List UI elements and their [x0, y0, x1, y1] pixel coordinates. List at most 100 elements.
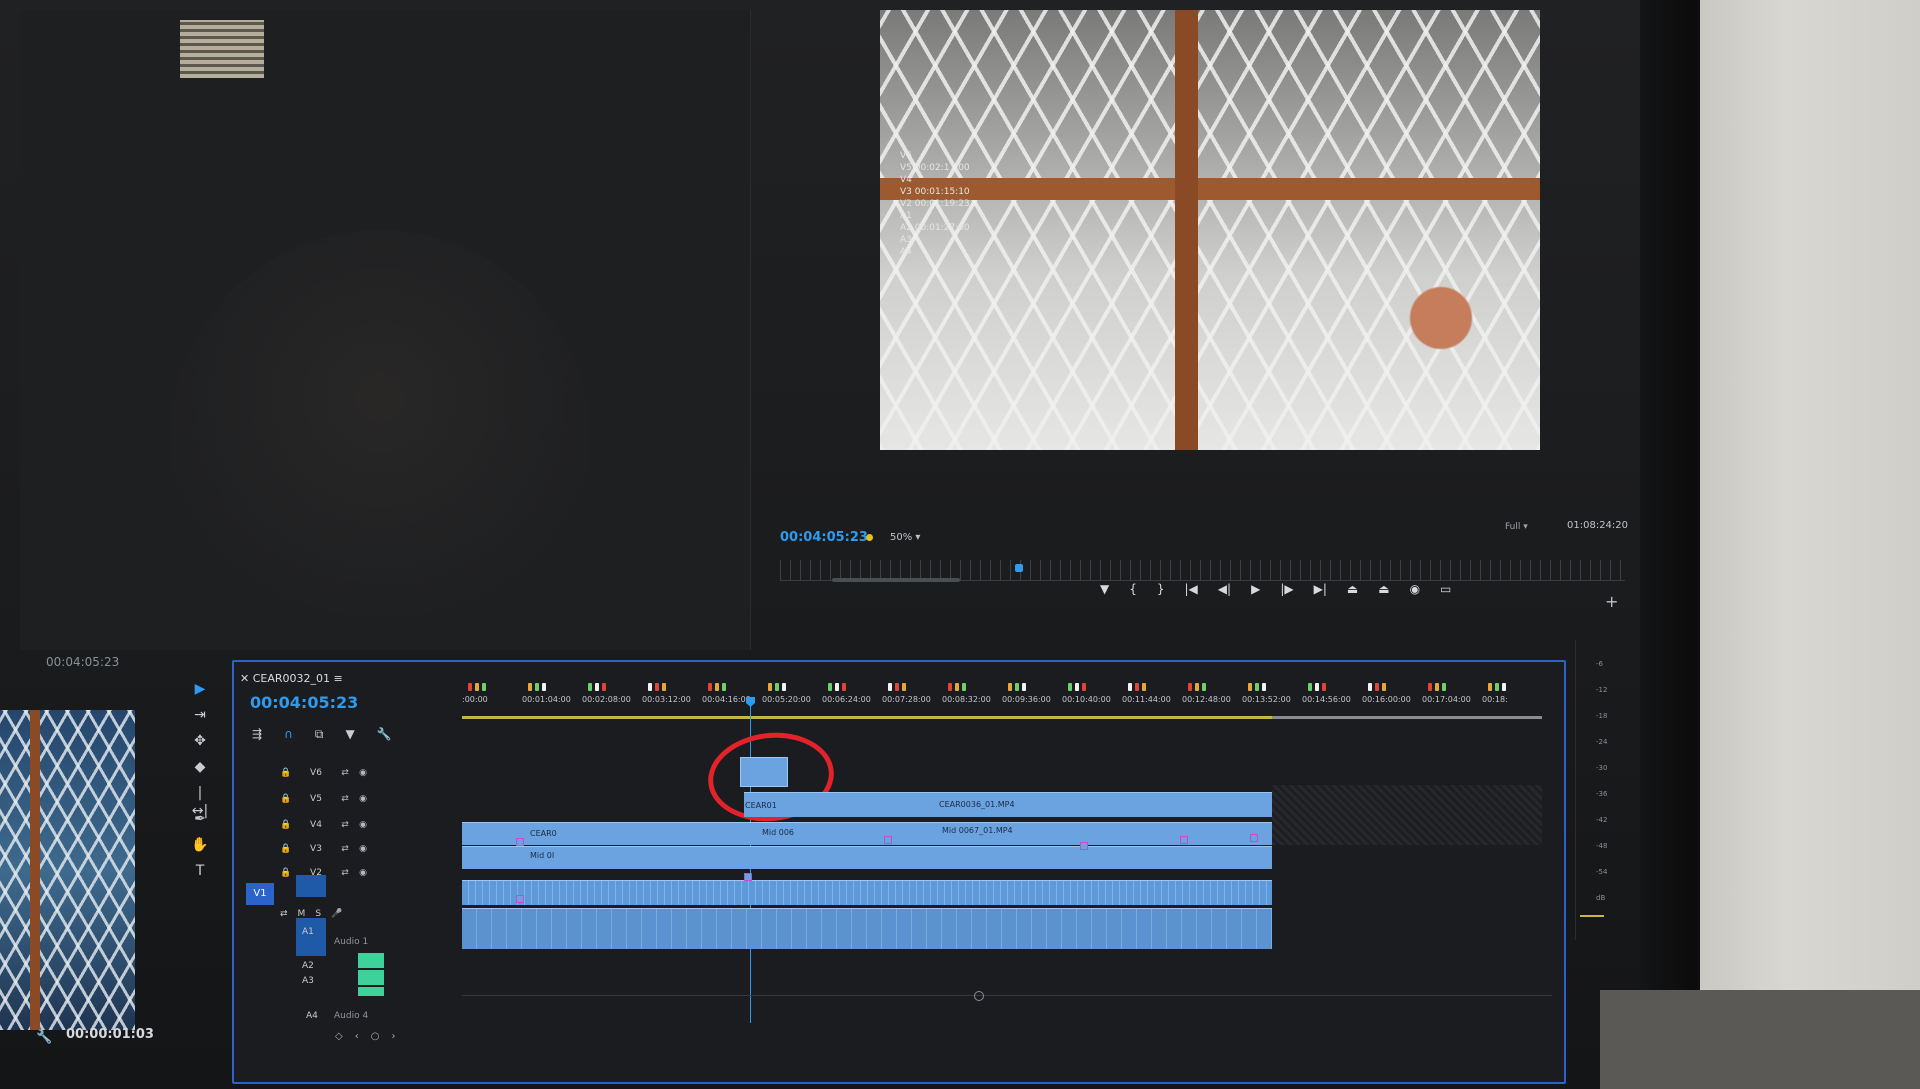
- sequence-marker[interactable]: [528, 683, 532, 691]
- slip-icon[interactable]: |↔|: [190, 784, 210, 819]
- sequence-marker[interactable]: [888, 683, 892, 691]
- mic-icon[interactable]: 🎤: [331, 909, 342, 919]
- timeline-time-ruler[interactable]: :00:00 00:01:04:00 00:02:08:00 00:03:12:00 0…: [462, 683, 1552, 711]
- hand-icon[interactable]: ✋: [190, 836, 210, 854]
- keyframe-marker[interactable]: [516, 838, 524, 846]
- track-header-v4[interactable]: 🔒 V4 ⇄ ◉: [246, 814, 446, 836]
- sequence-marker[interactable]: [1308, 683, 1312, 691]
- sequence-marker[interactable]: [715, 683, 719, 691]
- type-icon[interactable]: T: [190, 862, 210, 880]
- sequence-marker[interactable]: [895, 683, 899, 691]
- eye-icon[interactable]: ◉: [354, 844, 372, 854]
- step-forward-button[interactable]: |▶: [1280, 582, 1293, 596]
- keyframe-marker[interactable]: [1180, 836, 1188, 844]
- eye-icon[interactable]: ◉: [354, 820, 372, 830]
- sequence-marker[interactable]: [1195, 683, 1199, 691]
- sequence-marker[interactable]: [828, 683, 832, 691]
- sequence-marker[interactable]: [1135, 683, 1139, 691]
- video-clip-v3[interactable]: CEAR01 CEAR0036_01.MP4: [744, 792, 1272, 817]
- mute-button-a2[interactable]: [358, 953, 384, 968]
- timeline-settings-icon[interactable]: 🔧: [377, 727, 392, 742]
- sequence-marker[interactable]: [1315, 683, 1319, 691]
- sequence-marker[interactable]: [1075, 683, 1079, 691]
- sequence-marker[interactable]: [1082, 683, 1086, 691]
- play-button[interactable]: ▶: [1251, 582, 1260, 596]
- pen-icon[interactable]: ✒: [190, 810, 210, 828]
- sequence-marker[interactable]: [1202, 683, 1206, 691]
- sequence-marker[interactable]: [655, 683, 659, 691]
- go-to-in-button[interactable]: |◀: [1185, 582, 1198, 596]
- sequence-marker[interactable]: [722, 683, 726, 691]
- sync-icon[interactable]: ⇄: [336, 868, 354, 878]
- program-zoom-scrollbar[interactable]: [832, 578, 960, 582]
- lift-button[interactable]: ⏏: [1347, 582, 1358, 596]
- sequence-marker[interactable]: [948, 683, 952, 691]
- sequence-marker[interactable]: [1322, 683, 1326, 691]
- step-back-button[interactable]: ◀|: [1218, 582, 1231, 596]
- sequence-marker[interactable]: [1375, 683, 1379, 691]
- eye-icon[interactable]: ◉: [354, 794, 372, 804]
- project-clip-thumbnail[interactable]: [0, 710, 135, 1030]
- program-monitor-viewer[interactable]: V6 V5 00:02:17:00 V4 V3 00:01:15:10 V2 0…: [880, 10, 1540, 450]
- sequence-marker[interactable]: [1128, 683, 1132, 691]
- sequence-marker[interactable]: [1442, 683, 1446, 691]
- extract-button[interactable]: ⏏: [1378, 582, 1389, 596]
- sequence-marker[interactable]: [662, 683, 666, 691]
- keyframe-marker[interactable]: [744, 873, 752, 881]
- work-area-bar[interactable]: [462, 716, 1272, 719]
- source-timecode[interactable]: 00:04:05:23: [46, 655, 119, 669]
- audio-clip-a2-a3[interactable]: [462, 908, 1272, 949]
- zoom-icon[interactable]: ◇: [335, 1031, 355, 1042]
- go-to-out-button[interactable]: ▶|: [1314, 582, 1327, 596]
- track-target-a1[interactable]: [296, 918, 326, 956]
- timeline-horizontal-scrollbar[interactable]: [462, 995, 1552, 996]
- sequence-marker[interactable]: [1382, 683, 1386, 691]
- selection-tool-icon[interactable]: ▶: [190, 680, 210, 698]
- sequence-marker[interactable]: [1188, 683, 1192, 691]
- zoom-select[interactable]: 50% ▾: [890, 532, 920, 543]
- wrench-icon[interactable]: 🔧: [36, 1030, 52, 1045]
- track-header-v3[interactable]: 🔒 V3 ⇄ ◉: [246, 838, 446, 860]
- lock-icon[interactable]: 🔒: [280, 844, 296, 854]
- sequence-marker[interactable]: [955, 683, 959, 691]
- mute-button-a4[interactable]: [358, 987, 384, 996]
- ripple-edit-icon[interactable]: ✥: [190, 732, 210, 750]
- keyframe-marker[interactable]: [1080, 842, 1088, 850]
- sequence-marker[interactable]: [1008, 683, 1012, 691]
- sync-icon[interactable]: ⇄: [336, 794, 354, 804]
- sequence-marker[interactable]: [782, 683, 786, 691]
- sequence-marker[interactable]: [842, 683, 846, 691]
- solo-button[interactable]: S: [315, 909, 321, 919]
- sequence-marker[interactable]: [1262, 683, 1266, 691]
- sequence-marker[interactable]: [648, 683, 652, 691]
- sequence-marker[interactable]: [1068, 683, 1072, 691]
- add-marker-button[interactable]: ▼: [1100, 582, 1109, 596]
- eye-icon[interactable]: ◉: [354, 868, 372, 878]
- safe-margins-button[interactable]: ▭: [1440, 582, 1451, 596]
- mute-button[interactable]: M: [298, 909, 306, 919]
- lock-icon[interactable]: 🔒: [280, 768, 296, 778]
- sequence-marker[interactable]: [595, 683, 599, 691]
- sync-icon[interactable]: ⇄: [336, 844, 354, 854]
- sync-icon[interactable]: ⇄: [336, 768, 354, 778]
- sequence-marker[interactable]: [542, 683, 546, 691]
- sequence-marker[interactable]: [1368, 683, 1372, 691]
- track-target-v1[interactable]: [296, 875, 326, 897]
- sequence-marker[interactable]: [1502, 683, 1506, 691]
- mute-button-a3[interactable]: [358, 970, 384, 985]
- sequence-marker[interactable]: [1435, 683, 1439, 691]
- sequence-marker[interactable]: [768, 683, 772, 691]
- sequence-marker[interactable]: [902, 683, 906, 691]
- panel-menu-icon[interactable]: ≡: [334, 672, 343, 685]
- keyframe-marker[interactable]: [884, 836, 892, 844]
- sequence-marker[interactable]: [708, 683, 712, 691]
- program-timecode[interactable]: 00:04:05:23: [780, 530, 868, 545]
- sequence-marker[interactable]: [1428, 683, 1432, 691]
- audio-clip-a1[interactable]: [462, 880, 1272, 905]
- lock-icon[interactable]: 🔒: [280, 868, 296, 878]
- sync-icon[interactable]: ⇄: [280, 909, 288, 919]
- razor-icon[interactable]: ◆: [190, 758, 210, 776]
- sequence-marker[interactable]: [1488, 683, 1492, 691]
- lock-icon[interactable]: 🔒: [280, 794, 296, 804]
- track-header-v5[interactable]: 🔒 V5 ⇄ ◉: [246, 788, 446, 810]
